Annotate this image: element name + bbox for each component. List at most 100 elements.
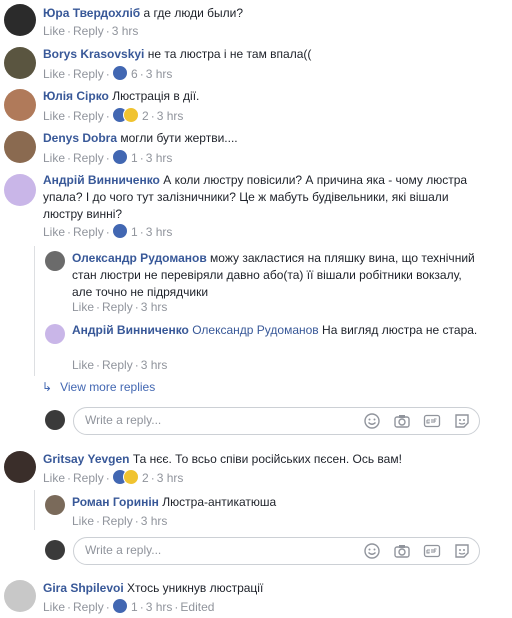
- timestamp[interactable]: 3 hrs: [157, 109, 184, 123]
- like-link[interactable]: Like: [43, 600, 65, 614]
- like-reaction-icon: [111, 65, 128, 81]
- comment-text: Та нєє. То всьо співи російських пєсен. …: [132, 452, 402, 466]
- commenter-name[interactable]: Роман Горинін: [72, 495, 159, 509]
- reply-input[interactable]: Write a reply...: [73, 407, 480, 435]
- gif-icon[interactable]: [423, 542, 441, 560]
- comment-text: Хтось уникнув люстрації: [127, 581, 264, 595]
- comment-actions: Like · Reply · 1 · 3 hrs: [43, 149, 172, 169]
- like-reaction-icon: [111, 223, 128, 239]
- like-link[interactable]: Like: [72, 514, 94, 528]
- comment-actions: Like · Reply · 2 · 3 hrs: [43, 469, 183, 489]
- emoji-icon[interactable]: [363, 542, 381, 560]
- reply-link[interactable]: Reply: [102, 358, 133, 372]
- reply-thread-line: [34, 490, 35, 530]
- reply-placeholder: Write a reply...: [85, 543, 162, 557]
- reactions[interactable]: [111, 107, 139, 127]
- view-more-replies[interactable]: ↳ View more replies: [42, 380, 155, 394]
- comment-text: Люстра-антикатюша: [162, 495, 277, 509]
- timestamp[interactable]: 3 hrs: [146, 600, 173, 614]
- gif-icon[interactable]: [423, 412, 441, 430]
- timestamp[interactable]: 3 hrs: [146, 67, 173, 81]
- avatar[interactable]: [45, 251, 65, 271]
- like-reaction-icon: [111, 598, 128, 614]
- avatar: [45, 540, 65, 560]
- commenter-name[interactable]: Borys Krasovskyi: [43, 47, 144, 61]
- like-link[interactable]: Like: [43, 109, 65, 123]
- timestamp[interactable]: 3 hrs: [141, 300, 168, 314]
- reactions[interactable]: [111, 149, 128, 169]
- like-reaction-icon: [111, 149, 128, 165]
- like-link[interactable]: Like: [72, 358, 94, 372]
- avatar[interactable]: [4, 131, 36, 163]
- comment-actions: Like · Reply · 1 · 3 hrs · Edited: [43, 598, 214, 618]
- timestamp[interactable]: 3 hrs: [146, 225, 173, 239]
- comment-actions: Like · Reply · 6 · 3 hrs: [43, 65, 172, 85]
- timestamp[interactable]: 3 hrs: [112, 24, 139, 38]
- like-link[interactable]: Like: [43, 151, 65, 165]
- reply-link[interactable]: Reply: [73, 471, 104, 485]
- like-link[interactable]: Like: [43, 225, 65, 239]
- avatar[interactable]: [4, 89, 36, 121]
- commenter-name[interactable]: Андрій Винниченко: [72, 323, 189, 337]
- commenter-name[interactable]: Андрій Винниченко: [43, 173, 160, 187]
- timestamp[interactable]: 3 hrs: [157, 471, 184, 485]
- reply-input[interactable]: Write a reply...: [73, 537, 480, 565]
- timestamp[interactable]: 3 hrs: [141, 358, 168, 372]
- avatar[interactable]: [45, 495, 65, 515]
- haha-reaction-icon: [122, 469, 139, 485]
- haha-reaction-icon: [122, 107, 139, 123]
- reply-link[interactable]: Reply: [73, 151, 104, 165]
- reactions[interactable]: [111, 65, 128, 85]
- edited-label[interactable]: Edited: [180, 600, 214, 614]
- comment-actions: Like · Reply · 3 hrs: [72, 514, 168, 528]
- like-link[interactable]: Like: [72, 300, 94, 314]
- avatar[interactable]: [4, 47, 36, 79]
- avatar[interactable]: [4, 174, 36, 206]
- reaction-count: 1: [131, 225, 138, 239]
- comment-text: Люстрація в дії.: [112, 89, 200, 103]
- comment-actions: Like · Reply · 3 hrs: [43, 24, 139, 38]
- reaction-count: 2: [142, 109, 149, 123]
- avatar[interactable]: [4, 451, 36, 483]
- comment-actions: Like · Reply · 3 hrs: [72, 358, 168, 372]
- avatar[interactable]: [4, 4, 36, 36]
- reply-arrow-icon: ↳: [42, 380, 53, 394]
- sticker-icon[interactable]: [453, 412, 471, 430]
- comment-text: не та люстра і не там впала((: [147, 47, 312, 61]
- timestamp[interactable]: 3 hrs: [146, 151, 173, 165]
- commenter-name[interactable]: Юра Твердохліб: [43, 6, 140, 20]
- reactions[interactable]: [111, 469, 139, 489]
- commenter-name[interactable]: Gira Shpilevoi: [43, 581, 124, 595]
- commenter-name[interactable]: Denys Dobra: [43, 131, 117, 145]
- avatar[interactable]: [45, 324, 65, 344]
- reply-thread-line: [34, 246, 35, 376]
- reply-link[interactable]: Reply: [73, 225, 104, 239]
- like-link[interactable]: Like: [43, 67, 65, 81]
- commenter-name[interactable]: Юлія Сірко: [43, 89, 109, 103]
- reply-link[interactable]: Reply: [102, 514, 133, 528]
- like-link[interactable]: Like: [43, 471, 65, 485]
- commenter-name[interactable]: Олександр Рудоманов: [72, 251, 207, 265]
- reply-placeholder: Write a reply...: [85, 413, 162, 427]
- reply-link[interactable]: Reply: [73, 67, 104, 81]
- timestamp[interactable]: 3 hrs: [141, 514, 168, 528]
- comment-actions: Like · Reply · 1 · 3 hrs: [43, 223, 172, 243]
- like-link[interactable]: Like: [43, 24, 65, 38]
- comment-actions: Like · Reply · 2 · 3 hrs: [43, 107, 183, 127]
- camera-icon[interactable]: [393, 412, 411, 430]
- reactions[interactable]: [111, 598, 128, 618]
- emoji-icon[interactable]: [363, 412, 381, 430]
- commenter-name[interactable]: Gritsay Yevgen: [43, 452, 130, 466]
- reaction-count: 6: [131, 67, 138, 81]
- reply-link[interactable]: Reply: [102, 300, 133, 314]
- comment-actions: Like · Reply · 3 hrs: [72, 300, 168, 314]
- reply-link[interactable]: Reply: [73, 109, 104, 123]
- sticker-icon[interactable]: [453, 542, 471, 560]
- mention-link[interactable]: Олександр Рудоманов: [192, 323, 318, 337]
- reply-link[interactable]: Reply: [73, 24, 104, 38]
- reply-link[interactable]: Reply: [73, 600, 104, 614]
- camera-icon[interactable]: [393, 542, 411, 560]
- avatar[interactable]: [4, 580, 36, 612]
- reactions[interactable]: [111, 223, 128, 243]
- reaction-count: 2: [142, 471, 149, 485]
